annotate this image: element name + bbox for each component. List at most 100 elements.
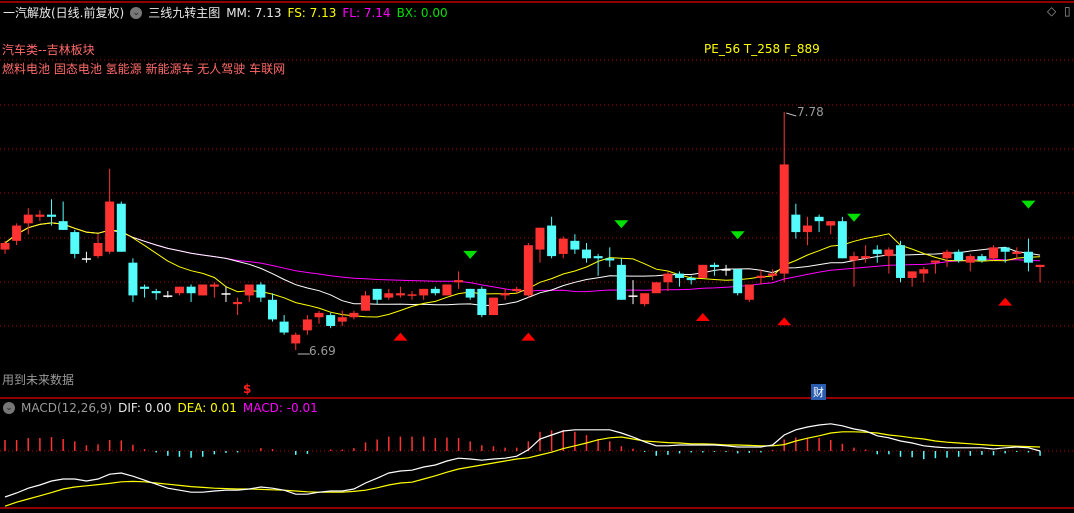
candle xyxy=(0,240,10,254)
candle xyxy=(721,264,731,276)
candle-body xyxy=(465,288,475,298)
candle xyxy=(35,210,45,222)
candle-body xyxy=(849,256,859,261)
candle xyxy=(337,310,347,326)
candle-body xyxy=(430,288,440,294)
candle xyxy=(535,227,545,263)
candle-body xyxy=(419,288,429,296)
candle-body xyxy=(523,245,533,296)
dea-value: DEA: 0.01 xyxy=(177,401,237,415)
candle xyxy=(919,267,929,283)
candle xyxy=(965,253,975,272)
candle-body xyxy=(0,243,10,250)
candle xyxy=(930,260,940,274)
candle xyxy=(314,310,324,324)
candle-body xyxy=(12,225,22,241)
fl-value: FL: 7.14 xyxy=(342,5,391,20)
candle xyxy=(989,245,999,261)
candle-body xyxy=(605,258,615,261)
candle xyxy=(163,291,173,298)
candle-body xyxy=(756,275,766,278)
sell-signal-triangle xyxy=(1021,200,1036,209)
candle-body xyxy=(337,317,347,322)
indicator-name[interactable]: 三线九转主图 xyxy=(148,4,220,21)
candle-body xyxy=(919,269,929,274)
s-marker[interactable]: $ xyxy=(243,382,251,396)
stock-title[interactable]: 一汽解放(日线.前复权) xyxy=(3,4,124,21)
candle-body xyxy=(989,247,999,259)
buy-signal-triangle xyxy=(695,312,710,321)
candle xyxy=(442,284,452,296)
candle-body xyxy=(709,264,719,268)
candle xyxy=(605,247,615,268)
candle-body xyxy=(372,288,382,300)
candle xyxy=(198,284,208,296)
chevron-down-icon[interactable]: ⌄ xyxy=(3,402,15,414)
fs-value: FS: 7.13 xyxy=(287,5,337,20)
candle xyxy=(349,310,359,320)
candle xyxy=(884,247,894,274)
candle xyxy=(267,293,277,322)
valuation-label: PE_56 T_258 F_889 xyxy=(704,42,820,56)
candle-body xyxy=(314,312,324,318)
candle xyxy=(570,234,580,254)
ma-line-magenta xyxy=(4,222,1041,293)
candle xyxy=(593,253,603,276)
candle-body xyxy=(174,286,184,294)
macd-title[interactable]: MACD(12,26,9) xyxy=(21,401,112,415)
candle-body xyxy=(1023,251,1033,263)
candle xyxy=(779,112,789,283)
chevron-down-icon[interactable]: ⌄ xyxy=(130,6,143,19)
candle xyxy=(81,251,91,263)
candle-body xyxy=(593,256,603,259)
candle xyxy=(1012,247,1022,259)
candle-body xyxy=(1000,247,1010,252)
buy-signal-triangle xyxy=(521,332,536,341)
candle-body xyxy=(93,243,103,257)
candle-body xyxy=(47,214,57,217)
candle xyxy=(488,297,498,316)
candle-body xyxy=(477,288,487,316)
candle-body xyxy=(768,273,778,276)
candle-body xyxy=(221,293,231,295)
diamond-icon[interactable]: ◇ xyxy=(1047,4,1056,18)
panel-toggle-icon[interactable]: ▯ xyxy=(1064,4,1071,18)
candle xyxy=(233,297,243,316)
finance-badge[interactable]: 财 xyxy=(811,384,826,400)
candle-body xyxy=(244,284,254,296)
candle xyxy=(70,229,80,259)
candle xyxy=(942,249,952,268)
candle xyxy=(465,288,475,300)
candle xyxy=(663,271,673,292)
candle-body xyxy=(81,258,91,260)
candle xyxy=(547,216,557,259)
candle xyxy=(628,280,638,305)
macd-value: MACD: -0.01 xyxy=(242,401,318,415)
high-price-label: 7.78 xyxy=(797,105,824,119)
candle-body xyxy=(326,315,336,326)
sector-label: 汽车类--吉林板块 xyxy=(2,43,95,57)
candle-body xyxy=(547,225,557,257)
candle xyxy=(477,286,487,318)
candle xyxy=(454,271,464,289)
candle xyxy=(407,291,417,300)
candle xyxy=(326,312,336,329)
future-data-warning: 用到未来数据 xyxy=(2,373,75,387)
candle-body xyxy=(395,293,405,296)
bx-value: BX: 0.00 xyxy=(396,5,448,20)
candle-body xyxy=(779,164,789,274)
candle xyxy=(733,269,743,296)
candle-body xyxy=(954,251,964,261)
candle xyxy=(105,168,115,254)
candle-body xyxy=(942,251,952,259)
candle-body xyxy=(930,260,940,263)
candle xyxy=(896,240,906,283)
candle-body xyxy=(861,256,871,259)
candle xyxy=(244,284,254,302)
candle-body xyxy=(361,295,371,311)
candle-body xyxy=(814,216,824,222)
candle-body xyxy=(58,221,68,230)
candle-body xyxy=(186,286,196,294)
candle-body xyxy=(582,249,591,259)
candle-body xyxy=(535,227,545,250)
